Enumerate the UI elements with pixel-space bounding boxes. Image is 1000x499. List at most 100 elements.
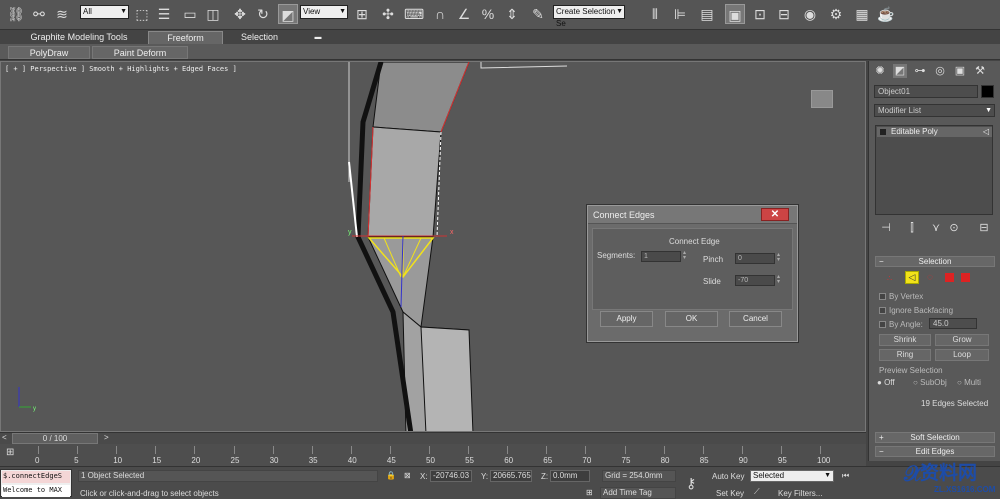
preview-off-radio[interactable]: ● Off — [877, 378, 895, 387]
set-key-button[interactable]: Set Key — [716, 489, 744, 498]
show-end-result-icon[interactable]: ⫿ — [905, 221, 919, 235]
scale-icon[interactable]: ◩ — [278, 4, 298, 24]
window-crossing-icon[interactable]: ◫ — [203, 4, 223, 24]
spinner-snap-icon[interactable]: ⇕ — [502, 4, 522, 24]
modify-tab-icon[interactable]: ◩ — [893, 64, 907, 78]
move-icon[interactable]: ✥ — [230, 4, 250, 24]
slide-input[interactable]: -70 — [735, 275, 775, 286]
slide-spinner-icon[interactable]: ▴ ▾ — [777, 274, 783, 286]
border-mode-icon[interactable]: ◌ — [927, 272, 933, 283]
absolute-mode-icon[interactable]: ⊠ — [404, 471, 411, 480]
graphite-toggle-icon[interactable]: ▣ — [725, 4, 745, 24]
edge-mode-icon[interactable]: ◁ — [905, 271, 919, 284]
time-slider[interactable]: < 0 / 100 > — [0, 432, 866, 444]
pinch-input[interactable]: 0 — [735, 253, 775, 264]
manipulate-icon[interactable]: ✣ — [378, 4, 398, 24]
pivot-icon[interactable]: ⊞ — [352, 4, 372, 24]
dialog-close-button[interactable]: ✕ — [761, 208, 789, 221]
y-coordinate-field[interactable]: 20665.765 — [490, 470, 532, 482]
mini-curve-editor-icon[interactable]: ⊞ — [6, 447, 14, 458]
make-unique-icon[interactable]: ⋎ — [929, 221, 943, 235]
track-bar[interactable]: ⊞ 0 5 10 15 20 25 30 35 40 45 50 55 60 65 70 75 80 85 90 95… — [0, 444, 866, 466]
named-selection-dropdown[interactable]: Create Selection Se ▼ — [553, 5, 625, 28]
cancel-button[interactable]: Cancel — [729, 311, 782, 327]
panel-paint-deform[interactable]: Paint Deform — [92, 46, 188, 59]
selection-filter-dropdown[interactable]: All ▼ — [80, 5, 129, 19]
bind-spacewarp-icon[interactable]: ≋ — [52, 4, 72, 24]
utilities-tab-icon[interactable]: ⚒ — [973, 64, 987, 78]
select-by-name-icon[interactable]: ☰ — [154, 4, 174, 24]
configure-sets-icon[interactable]: ⊟ — [977, 221, 991, 235]
time-tag-icon[interactable]: ⊞ — [586, 488, 593, 497]
link-icon[interactable]: ⛓ — [6, 4, 26, 24]
auto-key-button[interactable]: Auto Key — [712, 472, 744, 481]
panel-polydraw[interactable]: PolyDraw — [8, 46, 90, 59]
vertex-mode-icon[interactable]: ∴ — [887, 274, 892, 283]
unlink-icon[interactable]: ⚯ — [29, 4, 49, 24]
add-time-tag-button[interactable]: Add Time Tag — [600, 487, 676, 499]
preview-subobj-radio[interactable]: ○ SubObj — [913, 378, 947, 387]
go-to-start-icon[interactable]: ⏮ — [842, 471, 849, 481]
key-filters-button[interactable]: Key Filters... — [778, 489, 822, 498]
ring-button[interactable]: Ring — [879, 349, 931, 361]
z-coordinate-field[interactable]: 0.0mm — [550, 470, 590, 482]
object-name-field[interactable]: Object01 — [874, 85, 978, 98]
mirror-icon[interactable]: ⫴ — [645, 4, 665, 24]
tab-freeform[interactable]: Freeform — [148, 31, 223, 44]
reference-coord-dropdown[interactable]: View ▼ — [300, 5, 348, 19]
time-prev-icon[interactable]: < — [2, 433, 7, 442]
angle-snap-icon[interactable]: ∠ — [454, 4, 474, 24]
maxscript-listener[interactable]: $.connectEdgeS Welcome to MAX — [0, 469, 72, 497]
segments-spinner-icon[interactable]: ▴ ▾ — [683, 250, 689, 262]
selected-set-dropdown[interactable]: Selected ▼ — [750, 470, 834, 482]
x-coordinate-field[interactable]: -20746.03 — [430, 470, 472, 482]
preview-multi-radio[interactable]: ○ Multi — [957, 378, 981, 387]
viewcube[interactable] — [811, 90, 833, 108]
soft-selection-rollout-title[interactable]: + Soft Selection — [875, 432, 995, 443]
render-production-icon[interactable]: ☕ — [876, 4, 896, 24]
percent-snap-icon[interactable]: % — [478, 4, 498, 24]
snap-icon[interactable]: ∩ — [430, 4, 450, 24]
display-tab-icon[interactable]: ▣ — [953, 64, 967, 78]
by-vertex-checkbox[interactable]: By Vertex — [879, 292, 923, 301]
loop-button[interactable]: Loop — [935, 349, 989, 361]
remove-modifier-icon[interactable]: ⊙ — [947, 221, 961, 235]
apply-button[interactable]: Apply — [600, 311, 653, 327]
by-angle-checkbox[interactable]: By Angle: — [879, 320, 923, 329]
align-icon[interactable]: ⊫ — [670, 4, 690, 24]
modifier-list-dropdown[interactable]: Modifier List ▼ — [874, 104, 995, 117]
default-tangent-icon[interactable]: ⟋ — [754, 487, 760, 497]
edit-named-sets-icon[interactable]: ✎ — [528, 4, 548, 24]
modifier-stack-item[interactable]: Editable Poly ◁ — [877, 127, 992, 137]
element-mode-icon[interactable] — [961, 273, 970, 282]
ignore-backfacing-checkbox[interactable]: Ignore Backfacing — [879, 306, 953, 315]
dialog-titlebar[interactable]: Connect Edges ✕ — [588, 206, 797, 224]
key-icon[interactable]: ⚷ — [686, 475, 696, 492]
polygon-mode-icon[interactable] — [945, 273, 954, 282]
curve-editor-icon[interactable]: ⊡ — [750, 4, 770, 24]
tab-graphite-modeling-tools[interactable]: Graphite Modeling Tools — [18, 31, 140, 44]
create-tab-icon[interactable]: ✺ — [873, 64, 887, 78]
keyboard-shortcut-icon[interactable]: ⌨ — [404, 4, 424, 24]
motion-tab-icon[interactable]: ◎ — [933, 64, 947, 78]
ok-button[interactable]: OK — [665, 311, 718, 327]
ribbon-expand-icon[interactable]: ▬ — [312, 31, 324, 44]
object-color-swatch[interactable] — [981, 85, 994, 98]
select-object-icon[interactable]: ⬚ — [132, 4, 152, 24]
schematic-view-icon[interactable]: ⊟ — [774, 4, 794, 24]
pinch-spinner-icon[interactable]: ▴ ▾ — [777, 252, 783, 264]
pin-stack-icon[interactable]: ⊣ — [879, 221, 893, 235]
rendered-frame-icon[interactable]: ▦ — [852, 4, 872, 24]
shrink-button[interactable]: Shrink — [879, 334, 931, 346]
hierarchy-tab-icon[interactable]: ⊶ — [913, 64, 927, 78]
edit-edges-rollout-title[interactable]: − Edit Edges — [875, 446, 995, 457]
segments-input[interactable]: 1 — [641, 251, 681, 262]
rotate-icon[interactable]: ↻ — [253, 4, 273, 24]
grow-button[interactable]: Grow — [935, 334, 989, 346]
tab-selection[interactable]: Selection — [232, 31, 287, 44]
render-setup-icon[interactable]: ⚙ — [826, 4, 846, 24]
selection-rollout-title[interactable]: − Selection — [875, 256, 995, 267]
rect-selection-icon[interactable]: ▭ — [180, 4, 200, 24]
material-editor-icon[interactable]: ◉ — [800, 4, 820, 24]
time-slider-thumb[interactable]: 0 / 100 — [12, 433, 98, 444]
